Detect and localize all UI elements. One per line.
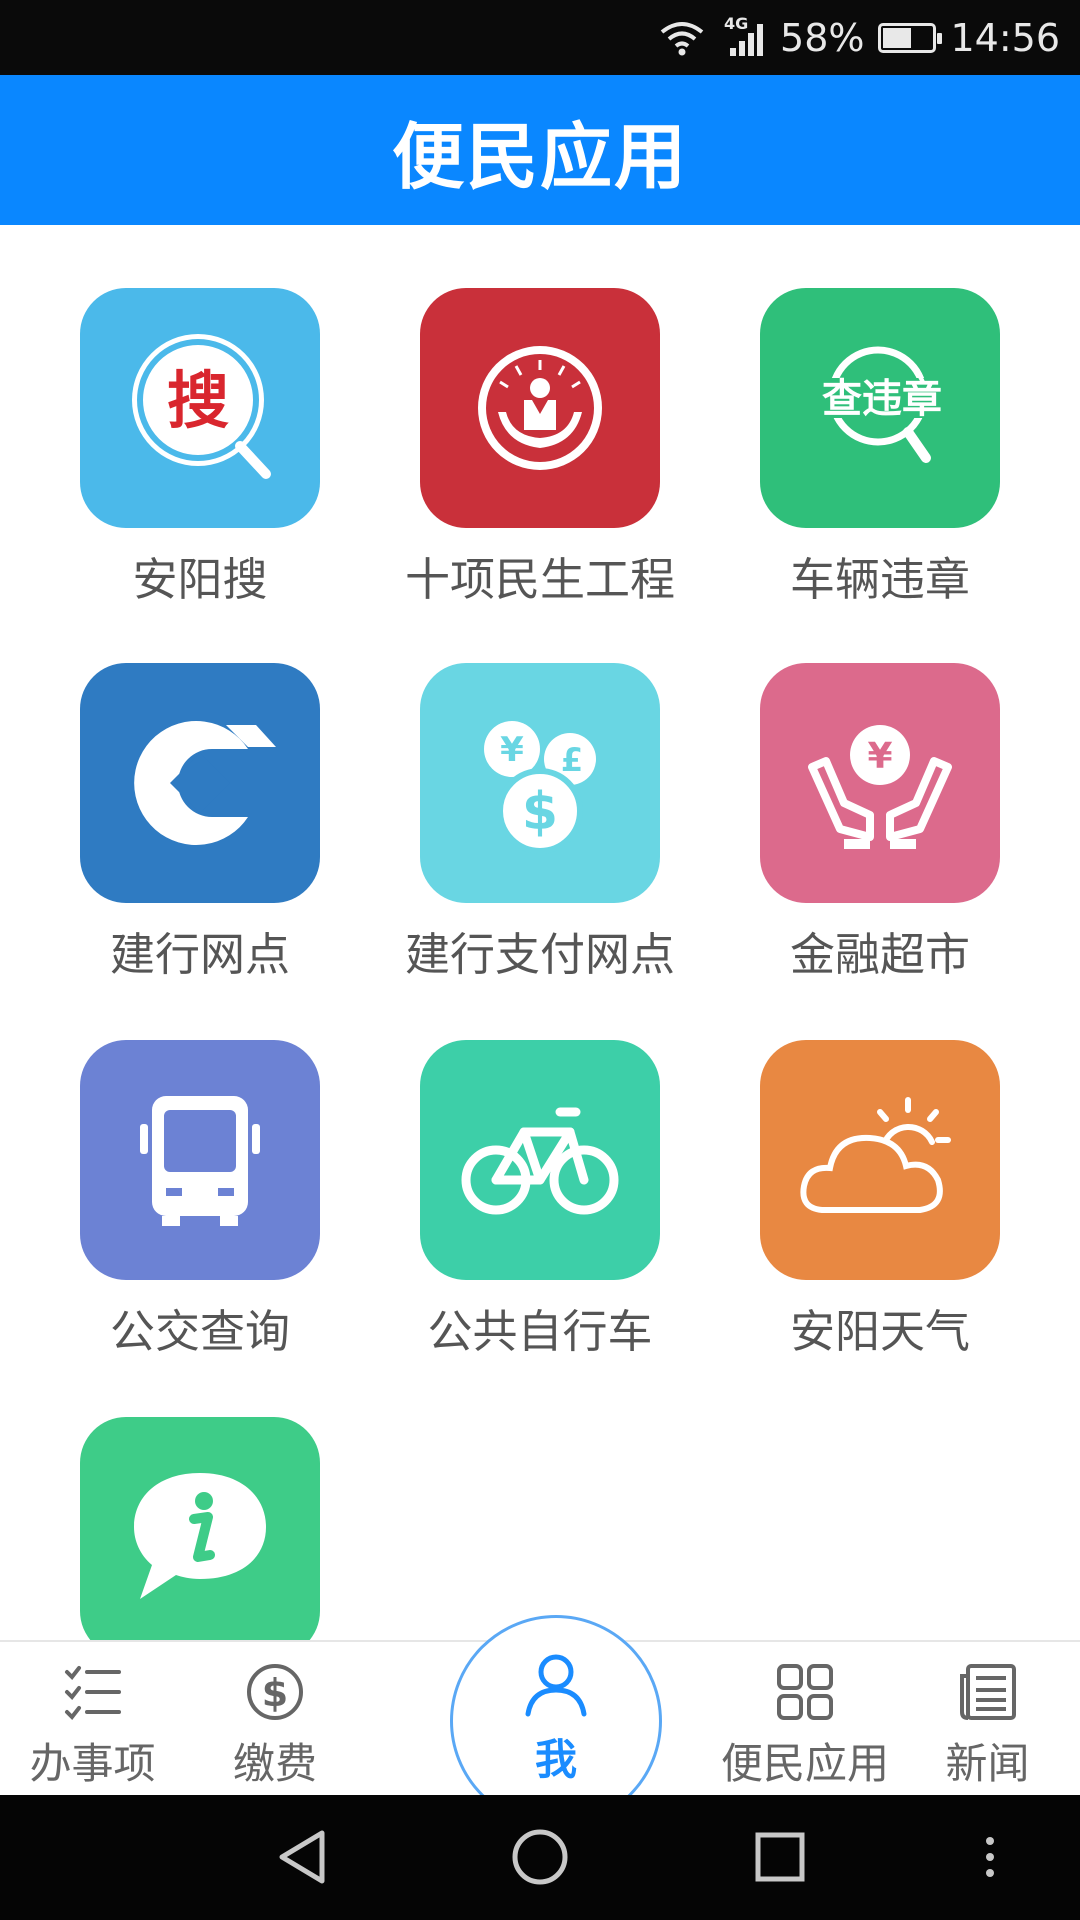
weather-cloud-sun-icon bbox=[760, 1040, 1000, 1280]
dollar-circle-icon: $ bbox=[247, 1664, 303, 1720]
battery-icon bbox=[878, 22, 943, 53]
tab-news[interactable]: 新闻 bbox=[910, 1642, 1065, 1797]
tab-label: 缴费 bbox=[232, 1739, 317, 1788]
app-label: 车辆违章 bbox=[789, 553, 970, 606]
app-tile-ccb-payment-points[interactable]: ¥ £ $ 建行支付网点 bbox=[340, 600, 680, 981]
app-label: 安阳天气 bbox=[789, 1305, 970, 1358]
app-tile-anyang-search[interactable]: 搜 安阳搜 bbox=[0, 225, 340, 606]
tab-tasks[interactable]: 办事项 bbox=[0, 1642, 185, 1797]
app-label: 金融超市 bbox=[789, 928, 970, 981]
system-nav-bar bbox=[0, 1795, 1080, 1920]
tab-convenience-apps[interactable]: 便民应用 bbox=[700, 1642, 910, 1797]
app-tile-finance-market[interactable]: ¥ 金融超市 bbox=[680, 600, 1020, 981]
svg-text:$: $ bbox=[522, 782, 558, 842]
cell-signal-icon: 4G bbox=[720, 14, 766, 58]
app-tile-anyang-weather[interactable]: 安阳天气 bbox=[680, 977, 1020, 1358]
traffic-violation-icon: 查违章 bbox=[760, 288, 1000, 528]
status-bar: 4G 58% 14:56 bbox=[0, 0, 1080, 75]
page-title: 便民应用 bbox=[391, 114, 688, 199]
search-icon: 搜 bbox=[80, 288, 320, 528]
more-icon[interactable] bbox=[980, 1827, 1000, 1887]
ccb-logo-icon bbox=[80, 663, 320, 903]
info-bubble-icon bbox=[80, 1417, 320, 1640]
tab-label: 办事项 bbox=[29, 1739, 156, 1788]
battery-percent: 58% bbox=[780, 15, 865, 60]
svg-text:£: £ bbox=[561, 741, 583, 779]
violation-icon-text: 查违章 bbox=[822, 376, 942, 422]
svg-text:¥: ¥ bbox=[867, 736, 892, 777]
app-tile-bus-query[interactable]: 公交查询 bbox=[0, 977, 340, 1358]
app-tile-traffic-violation[interactable]: 查违章 车辆违章 bbox=[680, 225, 1020, 606]
app-tile-livelihood-projects[interactable]: 十项民生工程 bbox=[340, 225, 680, 606]
checklist-icon bbox=[64, 1666, 121, 1721]
page-title-bar: 便民应用 bbox=[0, 75, 1080, 225]
tab-payment[interactable]: $ 缴费 bbox=[185, 1642, 365, 1797]
tab-label: 便民应用 bbox=[720, 1739, 889, 1788]
person-icon bbox=[525, 1654, 587, 1717]
livelihood-emblem-icon bbox=[420, 288, 660, 528]
svg-text:$: $ bbox=[262, 1671, 288, 1715]
bus-icon bbox=[80, 1040, 320, 1280]
newspaper-icon bbox=[959, 1664, 1016, 1720]
wifi-icon bbox=[660, 21, 704, 55]
svg-text:¥: ¥ bbox=[500, 730, 524, 770]
currency-coins-icon: ¥ £ $ bbox=[420, 663, 660, 903]
home-icon[interactable] bbox=[510, 1827, 570, 1887]
app-grid: 搜 安阳搜 十项民生工程 查违章 车辆违章 建行网点 ¥ £ $ 建行支付网点 … bbox=[0, 225, 1080, 1640]
clock: 14:56 bbox=[950, 15, 1060, 60]
tab-me[interactable]: 我 bbox=[450, 1640, 662, 1795]
back-icon[interactable] bbox=[272, 1827, 332, 1887]
grid-apps-icon bbox=[777, 1664, 833, 1720]
tab-label: 新闻 bbox=[945, 1739, 1030, 1788]
search-icon-glyph: 搜 bbox=[167, 364, 229, 437]
app-tile-public-bicycle[interactable]: 公共自行车 bbox=[340, 977, 680, 1358]
recents-icon[interactable] bbox=[750, 1827, 810, 1887]
app-tile-ccb-branches[interactable]: 建行网点 bbox=[0, 600, 340, 981]
yuan-hands-icon: ¥ bbox=[760, 663, 1000, 903]
status-indicators: 4G 58% 14:56 bbox=[658, 0, 1060, 75]
tab-label: 我 bbox=[534, 1735, 577, 1784]
bicycle-icon bbox=[420, 1040, 660, 1280]
app-tile-info[interactable] bbox=[0, 1354, 340, 1640]
